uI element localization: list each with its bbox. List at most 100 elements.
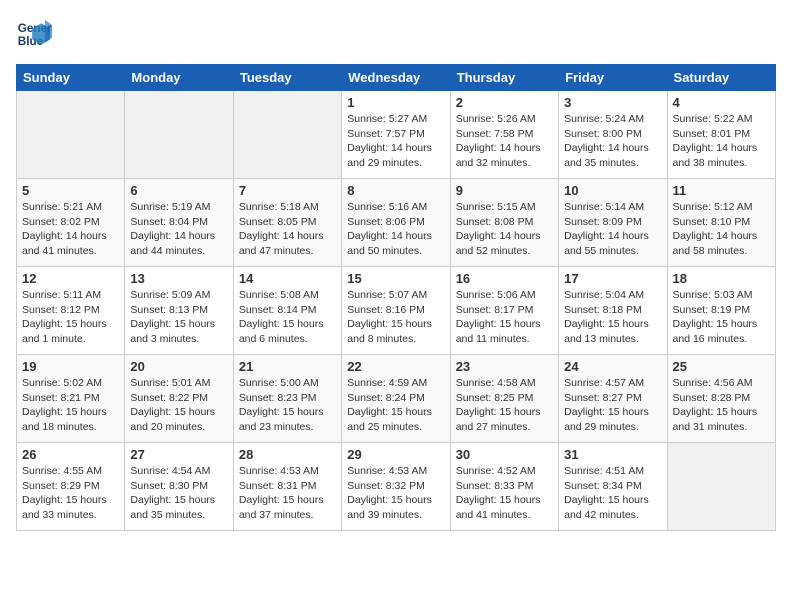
calendar-cell: 5Sunrise: 5:21 AM Sunset: 8:02 PM Daylig… bbox=[17, 179, 125, 267]
day-info: Sunrise: 4:57 AM Sunset: 8:27 PM Dayligh… bbox=[564, 376, 661, 435]
day-info: Sunrise: 5:09 AM Sunset: 8:13 PM Dayligh… bbox=[130, 288, 227, 347]
day-number: 13 bbox=[130, 271, 227, 286]
day-info: Sunrise: 5:19 AM Sunset: 8:04 PM Dayligh… bbox=[130, 200, 227, 259]
day-number: 9 bbox=[456, 183, 553, 198]
day-info: Sunrise: 5:16 AM Sunset: 8:06 PM Dayligh… bbox=[347, 200, 444, 259]
day-number: 17 bbox=[564, 271, 661, 286]
calendar-cell: 11 Sunrise: 5:12 AM Sunset: 8:10 PM Dayli… bbox=[667, 179, 775, 267]
calendar-cell: 29 Sunrise: 4:53 AM Sunset: 8:32 PM Dayli… bbox=[342, 443, 450, 531]
day-info: Sunrise: 5:03 AM Sunset: 8:19 PM Dayligh… bbox=[673, 288, 770, 347]
page-header: General Blue bbox=[16, 16, 776, 52]
day-number: 20 bbox=[130, 359, 227, 374]
calendar-cell: 7 Sunrise: 5:18 AM Sunset: 8:05 PM Daylig… bbox=[233, 179, 341, 267]
calendar-cell: 15 Sunrise: 5:07 AM Sunset: 8:16 PM Dayli… bbox=[342, 267, 450, 355]
calendar-body: 1 Sunrise: 5:27 AM Sunset: 7:57 PM Daylig… bbox=[17, 91, 776, 531]
calendar-cell bbox=[125, 91, 233, 179]
calendar-cell: 25 Sunrise: 4:56 AM Sunset: 8:28 PM Dayli… bbox=[667, 355, 775, 443]
day-info: Sunrise: 4:58 AM Sunset: 8:25 PM Dayligh… bbox=[456, 376, 553, 435]
calendar-cell: 6Sunrise: 5:19 AM Sunset: 8:04 PM Daylig… bbox=[125, 179, 233, 267]
day-number: 22 bbox=[347, 359, 444, 374]
day-number: 7 bbox=[239, 183, 336, 198]
day-header-monday: Monday bbox=[125, 65, 233, 91]
day-info: Sunrise: 5:07 AM Sunset: 8:16 PM Dayligh… bbox=[347, 288, 444, 347]
day-number: 26 bbox=[22, 447, 119, 462]
calendar-cell: 30 Sunrise: 4:52 AM Sunset: 8:33 PM Dayli… bbox=[450, 443, 558, 531]
day-info: Sunrise: 4:53 AM Sunset: 8:32 PM Dayligh… bbox=[347, 464, 444, 523]
day-number: 1 bbox=[347, 95, 444, 110]
calendar-week-3: 19 Sunrise: 5:02 AM Sunset: 8:21 PM Dayli… bbox=[17, 355, 776, 443]
day-info: Sunrise: 5:21 AM Sunset: 8:02 PM Dayligh… bbox=[22, 200, 119, 259]
day-info: Sunrise: 5:06 AM Sunset: 8:17 PM Dayligh… bbox=[456, 288, 553, 347]
day-info: Sunrise: 5:11 AM Sunset: 8:12 PM Dayligh… bbox=[22, 288, 119, 347]
day-header-wednesday: Wednesday bbox=[342, 65, 450, 91]
day-info: Sunrise: 4:53 AM Sunset: 8:31 PM Dayligh… bbox=[239, 464, 336, 523]
day-number: 27 bbox=[130, 447, 227, 462]
day-info: Sunrise: 5:04 AM Sunset: 8:18 PM Dayligh… bbox=[564, 288, 661, 347]
calendar-cell: 2 Sunrise: 5:26 AM Sunset: 7:58 PM Daylig… bbox=[450, 91, 558, 179]
calendar-cell: 19 Sunrise: 5:02 AM Sunset: 8:21 PM Dayli… bbox=[17, 355, 125, 443]
day-info: Sunrise: 5:08 AM Sunset: 8:14 PM Dayligh… bbox=[239, 288, 336, 347]
calendar-cell: 13 Sunrise: 5:09 AM Sunset: 8:13 PM Dayli… bbox=[125, 267, 233, 355]
calendar-cell bbox=[17, 91, 125, 179]
day-number: 15 bbox=[347, 271, 444, 286]
day-number: 28 bbox=[239, 447, 336, 462]
calendar-cell bbox=[667, 443, 775, 531]
day-number: 23 bbox=[456, 359, 553, 374]
day-header-tuesday: Tuesday bbox=[233, 65, 341, 91]
day-info: Sunrise: 5:14 AM Sunset: 8:09 PM Dayligh… bbox=[564, 200, 661, 259]
day-info: Sunrise: 5:26 AM Sunset: 7:58 PM Dayligh… bbox=[456, 112, 553, 171]
day-number: 16 bbox=[456, 271, 553, 286]
calendar-cell: 18 Sunrise: 5:03 AM Sunset: 8:19 PM Dayli… bbox=[667, 267, 775, 355]
day-number: 19 bbox=[22, 359, 119, 374]
day-number: 10 bbox=[564, 183, 661, 198]
calendar-cell: 24 Sunrise: 4:57 AM Sunset: 8:27 PM Dayli… bbox=[559, 355, 667, 443]
day-number: 30 bbox=[456, 447, 553, 462]
logo: General Blue bbox=[16, 16, 56, 52]
day-header-thursday: Thursday bbox=[450, 65, 558, 91]
calendar-cell: 10 Sunrise: 5:14 AM Sunset: 8:09 PM Dayli… bbox=[559, 179, 667, 267]
day-header-sunday: Sunday bbox=[17, 65, 125, 91]
day-number: 8 bbox=[347, 183, 444, 198]
calendar-cell: 8 Sunrise: 5:16 AM Sunset: 8:06 PM Daylig… bbox=[342, 179, 450, 267]
day-number: 11 bbox=[673, 183, 770, 198]
logo-icon: General Blue bbox=[16, 16, 52, 52]
day-info: Sunrise: 5:12 AM Sunset: 8:10 PM Dayligh… bbox=[673, 200, 770, 259]
calendar-cell: 22 Sunrise: 4:59 AM Sunset: 8:24 PM Dayli… bbox=[342, 355, 450, 443]
day-number: 3 bbox=[564, 95, 661, 110]
day-number: 29 bbox=[347, 447, 444, 462]
calendar-cell: 9 Sunrise: 5:15 AM Sunset: 8:08 PM Daylig… bbox=[450, 179, 558, 267]
day-info: Sunrise: 4:59 AM Sunset: 8:24 PM Dayligh… bbox=[347, 376, 444, 435]
day-number: 2 bbox=[456, 95, 553, 110]
calendar-cell: 3Sunrise: 5:24 AM Sunset: 8:00 PM Daylig… bbox=[559, 91, 667, 179]
calendar-cell: 12 Sunrise: 5:11 AM Sunset: 8:12 PM Dayli… bbox=[17, 267, 125, 355]
day-number: 18 bbox=[673, 271, 770, 286]
calendar-cell: 27 Sunrise: 4:54 AM Sunset: 8:30 PM Dayli… bbox=[125, 443, 233, 531]
calendar-cell: 20Sunrise: 5:01 AM Sunset: 8:22 PM Dayli… bbox=[125, 355, 233, 443]
calendar-week-0: 1 Sunrise: 5:27 AM Sunset: 7:57 PM Daylig… bbox=[17, 91, 776, 179]
day-info: Sunrise: 5:22 AM Sunset: 8:01 PM Dayligh… bbox=[673, 112, 770, 171]
day-info: Sunrise: 4:52 AM Sunset: 8:33 PM Dayligh… bbox=[456, 464, 553, 523]
day-number: 21 bbox=[239, 359, 336, 374]
calendar-week-4: 26 Sunrise: 4:55 AM Sunset: 8:29 PM Dayli… bbox=[17, 443, 776, 531]
calendar-week-2: 12 Sunrise: 5:11 AM Sunset: 8:12 PM Dayli… bbox=[17, 267, 776, 355]
day-info: Sunrise: 5:02 AM Sunset: 8:21 PM Dayligh… bbox=[22, 376, 119, 435]
day-header-saturday: Saturday bbox=[667, 65, 775, 91]
day-info: Sunrise: 4:51 AM Sunset: 8:34 PM Dayligh… bbox=[564, 464, 661, 523]
calendar-cell: 17 Sunrise: 5:04 AM Sunset: 8:18 PM Dayli… bbox=[559, 267, 667, 355]
calendar-cell: 31 Sunrise: 4:51 AM Sunset: 8:34 PM Dayli… bbox=[559, 443, 667, 531]
calendar-cell: 26 Sunrise: 4:55 AM Sunset: 8:29 PM Dayli… bbox=[17, 443, 125, 531]
day-number: 31 bbox=[564, 447, 661, 462]
day-info: Sunrise: 5:00 AM Sunset: 8:23 PM Dayligh… bbox=[239, 376, 336, 435]
day-number: 25 bbox=[673, 359, 770, 374]
day-info: Sunrise: 5:15 AM Sunset: 8:08 PM Dayligh… bbox=[456, 200, 553, 259]
day-info: Sunrise: 5:27 AM Sunset: 7:57 PM Dayligh… bbox=[347, 112, 444, 171]
day-header-friday: Friday bbox=[559, 65, 667, 91]
day-info: Sunrise: 4:56 AM Sunset: 8:28 PM Dayligh… bbox=[673, 376, 770, 435]
day-number: 12 bbox=[22, 271, 119, 286]
day-number: 24 bbox=[564, 359, 661, 374]
day-info: Sunrise: 4:55 AM Sunset: 8:29 PM Dayligh… bbox=[22, 464, 119, 523]
day-info: Sunrise: 5:18 AM Sunset: 8:05 PM Dayligh… bbox=[239, 200, 336, 259]
calendar-cell: 4Sunrise: 5:22 AM Sunset: 8:01 PM Daylig… bbox=[667, 91, 775, 179]
calendar-cell: 23 Sunrise: 4:58 AM Sunset: 8:25 PM Dayli… bbox=[450, 355, 558, 443]
day-info: Sunrise: 4:54 AM Sunset: 8:30 PM Dayligh… bbox=[130, 464, 227, 523]
